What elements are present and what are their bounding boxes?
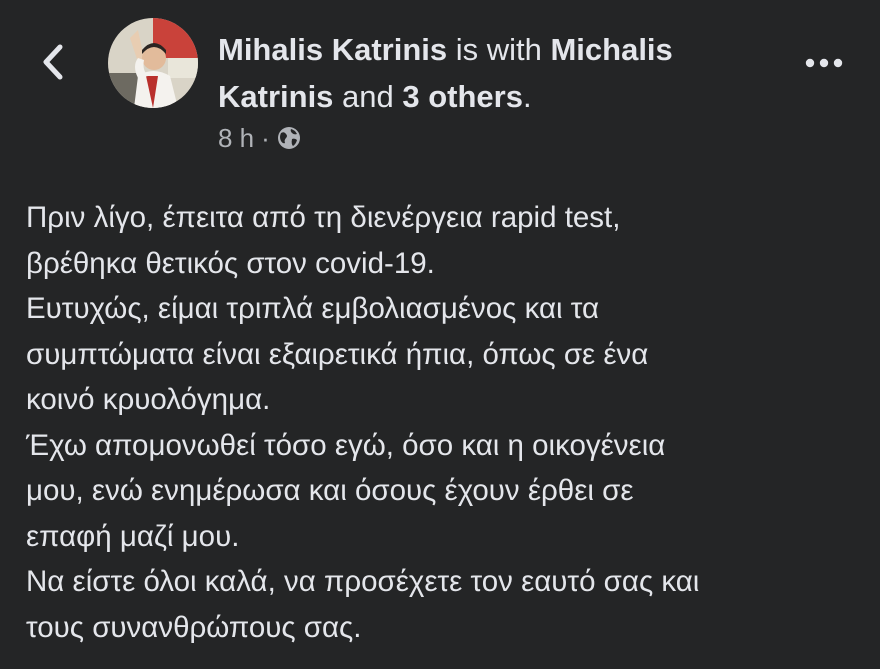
period-text: . (522, 79, 532, 114)
post-line: Έχω απομονωθεί τόσο εγώ, όσο και η οικογ… (26, 428, 666, 462)
author-name-link[interactable]: Mihalis Katrinis (218, 32, 447, 67)
post-line: συμπτώματα είναι εξαιρετικά ήπια, όπως σ… (26, 337, 649, 371)
more-options-button[interactable] (802, 50, 846, 76)
post-line: κοινό κρυολόγημα. (26, 383, 271, 416)
post-line: Πριν λίγο, έπειτα από τη διενέργεια rapi… (26, 201, 621, 234)
others-link[interactable]: 3 others (402, 79, 523, 114)
post-line: τους συνανθρώπους σας. (26, 610, 362, 644)
and-text: and (333, 79, 403, 114)
post-line: Να είστε όλοι καλά, να προσέχετε τον εαυ… (26, 565, 700, 598)
post-line: βρέθηκα θετικός στον covid-19. (26, 246, 435, 280)
privacy-audience-button[interactable] (277, 126, 301, 150)
more-horizontal-icon (805, 58, 843, 68)
post-line: μου, ενώ ενημέρωσα και όσους έχουν έρθει… (26, 474, 634, 507)
back-button[interactable] (36, 40, 70, 84)
with-text: is with (447, 32, 551, 67)
post-title: Mihalis Katrinis is with Michalis Katrin… (218, 26, 778, 120)
chevron-left-icon (43, 44, 63, 80)
meta-separator: · (261, 122, 270, 153)
post-line: επαφή μαζί μου. (26, 519, 240, 553)
post-text: Πριν λίγο, έπειτα από τη διενέργεια rapi… (26, 195, 866, 650)
post-meta: 8 h · (218, 120, 301, 156)
post-line: Ευτυχώς, είμαι τριπλά εμβολιασμένος και … (26, 292, 600, 325)
profile-photo (108, 18, 198, 108)
post-header: Mihalis Katrinis is with Michalis Katrin… (0, 0, 880, 170)
post-timestamp[interactable]: 8 h (218, 123, 254, 154)
globe-icon (277, 127, 300, 149)
avatar[interactable] (108, 18, 198, 108)
